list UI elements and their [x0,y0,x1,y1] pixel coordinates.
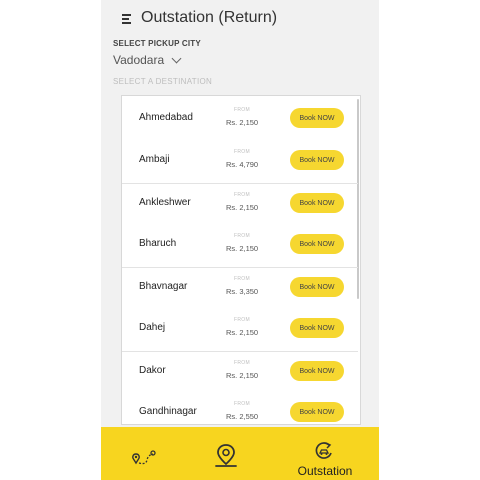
price: Rs. 2,550 [226,412,259,421]
app-screen: Outstation (Return) SELECT PICKUP CITY V… [101,0,379,480]
from-label: FROM [234,276,250,282]
from-label: FROM [234,107,250,113]
destination-name: Gandhinagar [139,406,197,417]
price: Rs. 4,790 [226,160,259,169]
list-item: Dakor FROM Rs. 2,150 Book NOW [122,351,358,393]
price: Rs. 2,150 [226,244,259,253]
from-label: FROM [234,192,250,198]
from-label: FROM [234,401,250,407]
nav-label-outstation: Outstation [297,464,353,478]
book-now-button[interactable]: Book NOW [290,234,344,254]
list-item: Ambaji FROM Rs. 4,790 Book NOW [122,141,358,183]
price: Rs. 3,350 [226,287,259,296]
destination-name: Dahej [139,322,166,333]
list-item: Bharuch FROM Rs. 2,150 Book NOW [122,225,358,267]
page-title: Outstation (Return) [141,9,278,26]
book-now-button[interactable]: Book NOW [290,402,344,422]
route-pin-icon [132,450,156,465]
price: Rs. 2,150 [226,371,259,380]
price: Rs. 2,150 [226,118,259,127]
from-label: FROM [234,360,250,366]
destination-name: Bhavnagar [139,281,188,292]
destination-name: Ahmedabad [139,112,193,123]
nav-outstation[interactable]: Outstation [289,427,361,480]
destination-name: Bharuch [139,238,177,249]
destination-name: Ambaji [139,154,170,165]
list-item: Ankleshwer FROM Rs. 2,150 Book NOW [122,183,358,225]
book-now-button[interactable]: Book NOW [290,150,344,170]
pickup-city-value: Vadodara [113,53,165,67]
destination-list[interactable]: Ahmedabad FROM Rs. 2,150 Book NOW Ambaji… [121,95,361,425]
nav-route[interactable] [129,427,159,480]
menu-icon[interactable] [122,14,131,24]
price: Rs. 2,150 [226,328,259,337]
price: Rs. 2,150 [226,203,259,212]
book-now-button[interactable]: Book NOW [290,108,344,128]
book-now-button[interactable]: Book NOW [290,277,344,297]
header: Outstation (Return) [101,0,379,38]
chevron-down-icon [171,53,182,63]
destination-label: SELECT A DESTINATION [113,77,213,86]
from-label: FROM [234,317,250,323]
destination-name: Ankleshwer [139,197,191,208]
destination-name: Dakor [139,365,166,376]
pickup-city-label: SELECT PICKUP CITY [113,39,201,48]
list-item: Gandhinagar FROM Rs. 2,550 Book NOW [122,393,358,424]
book-now-button[interactable]: Book NOW [290,193,344,213]
nav-location[interactable] [211,427,241,480]
list-item: Bhavnagar FROM Rs. 3,350 Book NOW [122,267,358,309]
bottom-nav: Outstation [101,427,379,480]
pickup-city-dropdown[interactable]: Vadodara [113,52,182,68]
book-now-button[interactable]: Book NOW [290,361,344,381]
from-label: FROM [234,149,250,155]
book-now-button[interactable]: Book NOW [290,318,344,338]
list-item: Dahej FROM Rs. 2,150 Book NOW [122,309,358,351]
location-pin-icon [215,444,237,467]
from-label: FROM [234,233,250,239]
list-item: Ahmedabad FROM Rs. 2,150 Book NOW [122,99,358,141]
outstation-icon [315,442,332,459]
